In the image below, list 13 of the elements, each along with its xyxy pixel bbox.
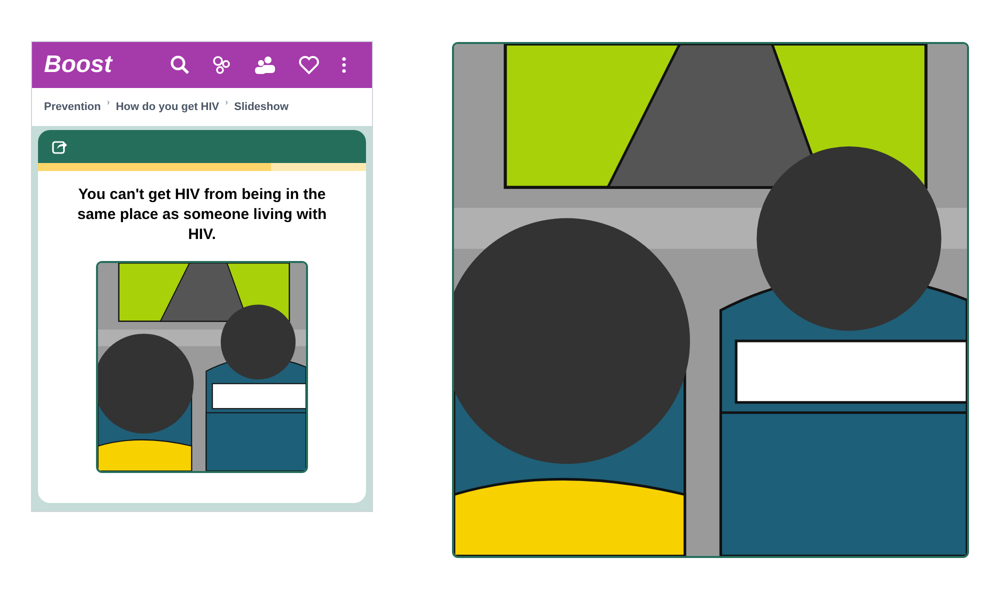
- more-icon[interactable]: [342, 57, 346, 73]
- bubbles-icon[interactable]: [212, 55, 232, 75]
- app-logo[interactable]: Boost: [44, 49, 170, 81]
- people-icon[interactable]: [254, 56, 276, 74]
- heart-icon[interactable]: [298, 55, 320, 75]
- slide-title: You can't get HIV from being in the same place as someone living with HIV.: [76, 185, 328, 245]
- breadcrumb-separator: ›: [225, 96, 228, 110]
- breadcrumb-link[interactable]: How do you get HIV: [116, 98, 220, 116]
- share-icon[interactable]: [52, 139, 67, 154]
- search-icon[interactable]: [170, 55, 190, 75]
- breadcrumb-separator: ›: [106, 96, 110, 110]
- breadcrumb-link[interactable]: Prevention: [44, 98, 101, 116]
- breadcrumb-link[interactable]: Slideshow: [234, 98, 289, 116]
